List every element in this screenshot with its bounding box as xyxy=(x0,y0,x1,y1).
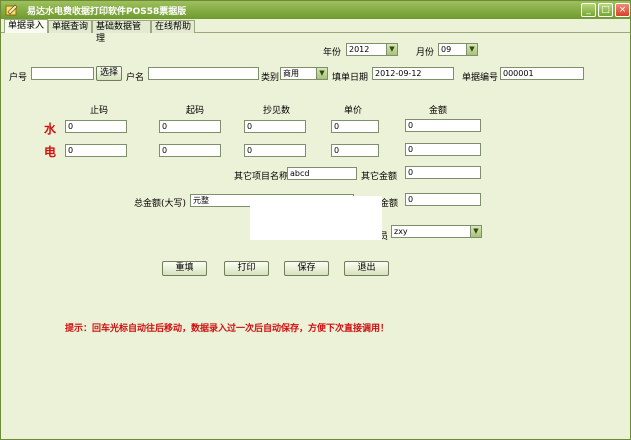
account-input[interactable] xyxy=(31,67,94,80)
app-window: 易达水电费收据打印软件POS58票据版 _ □ × 单据录入 单据查询 基础数据… xyxy=(0,0,631,440)
electric-price-input[interactable]: 0 xyxy=(331,144,379,157)
category-value: 商用 xyxy=(283,69,299,78)
date-input[interactable]: 2012-09-12 xyxy=(372,67,454,80)
date-label: 填单日期 xyxy=(332,73,369,83)
window-title: 易达水电费收据打印软件POS58票据版 xyxy=(27,7,187,17)
select-button[interactable]: 选择 xyxy=(96,66,122,81)
bill-no-label: 单据编号 xyxy=(462,73,499,83)
year-select[interactable]: 2012 ▼ xyxy=(346,43,398,56)
water-end-input[interactable]: 0 xyxy=(65,120,127,133)
water-start-input[interactable]: 0 xyxy=(159,120,221,133)
water-amount-input[interactable]: 0 xyxy=(405,119,481,132)
col-usage: 抄见数 xyxy=(263,106,291,116)
total-amount-input[interactable]: 0 xyxy=(405,193,481,206)
col-amount: 金额 xyxy=(429,106,448,116)
other-amount-label: 其它金额 xyxy=(361,172,398,182)
category-select[interactable]: 商用 ▼ xyxy=(280,67,328,80)
tab-bill-query[interactable]: 单据查询 xyxy=(48,20,92,33)
col-unit-price: 单价 xyxy=(344,106,363,116)
chevron-down-icon[interactable]: ▼ xyxy=(466,44,477,55)
total-caps-label: 总金额(大写) xyxy=(134,199,187,209)
hint-text: 提示：回车光标自动往后移动，数据录入过一次后自动保存，方便下次直接调用！ xyxy=(65,324,390,334)
month-select[interactable]: 09 ▼ xyxy=(438,43,478,56)
chevron-down-icon[interactable]: ▼ xyxy=(470,226,481,237)
redacted-area xyxy=(250,196,382,240)
category-label: 类别 xyxy=(261,73,280,83)
electric-usage-input[interactable]: 0 xyxy=(244,144,306,157)
other-item-name-input[interactable]: abcd xyxy=(287,167,357,180)
month-value: 09 xyxy=(441,45,452,54)
year-value: 2012 xyxy=(349,45,370,54)
operator-value: zxy xyxy=(394,227,408,236)
minimize-button[interactable]: _ xyxy=(581,3,596,17)
close-button[interactable]: × xyxy=(615,3,630,17)
tab-bar: 单据录入 单据查询 基础数据管理 在线帮助 xyxy=(1,19,630,44)
electric-amount-input[interactable]: 0 xyxy=(405,143,481,156)
water-price-input[interactable]: 0 xyxy=(331,120,379,133)
year-label: 年份 xyxy=(323,48,342,58)
col-start-reading: 起码 xyxy=(186,106,205,116)
electric-end-input[interactable]: 0 xyxy=(65,144,127,157)
electric-row-label: 电 xyxy=(44,145,57,159)
maximize-button[interactable]: □ xyxy=(598,3,613,17)
save-button[interactable]: 保存 xyxy=(284,261,329,276)
month-label: 月份 xyxy=(416,48,435,58)
chevron-down-icon[interactable]: ▼ xyxy=(316,68,327,79)
account-label: 户号 xyxy=(9,73,28,83)
col-end-reading: 止码 xyxy=(90,106,109,116)
electric-start-input[interactable]: 0 xyxy=(159,144,221,157)
exit-button[interactable]: 退出 xyxy=(344,261,389,276)
reset-button[interactable]: 重填 xyxy=(162,261,207,276)
other-amount-input[interactable]: 0 xyxy=(405,166,481,179)
water-row-label: 水 xyxy=(44,122,57,136)
tab-bill-entry[interactable]: 单据录入 xyxy=(4,19,48,33)
bill-no-input[interactable]: 000001 xyxy=(500,67,584,80)
water-usage-input[interactable]: 0 xyxy=(244,120,306,133)
tab-online-help[interactable]: 在线帮助 xyxy=(151,20,195,33)
title-bar[interactable]: 易达水电费收据打印软件POS58票据版 _ □ × xyxy=(1,1,630,19)
name-label: 户名 xyxy=(126,73,145,83)
chevron-down-icon[interactable]: ▼ xyxy=(386,44,397,55)
name-input[interactable] xyxy=(148,67,259,80)
other-item-name-label: 其它项目名称 xyxy=(234,172,289,182)
tab-basic-data[interactable]: 基础数据管理 xyxy=(92,20,151,44)
operator-select[interactable]: zxy ▼ xyxy=(391,225,482,238)
print-button[interactable]: 打印 xyxy=(224,261,269,276)
app-logo-icon xyxy=(5,4,18,16)
